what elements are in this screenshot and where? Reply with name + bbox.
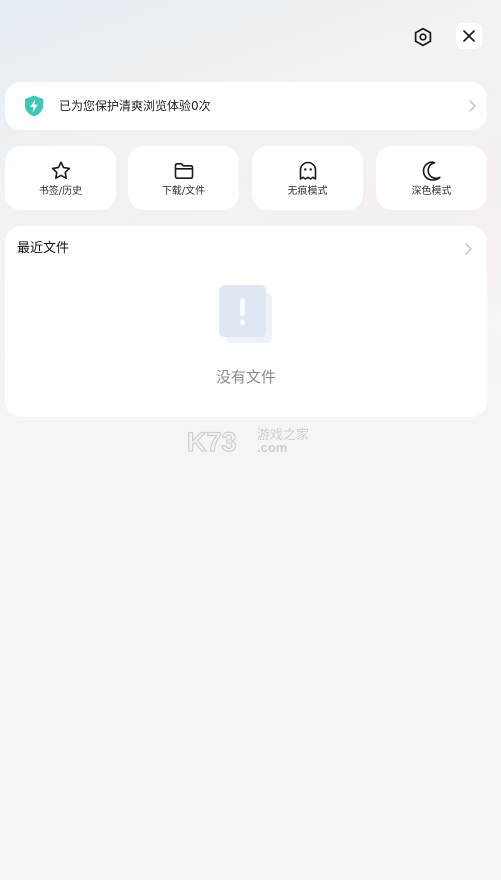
protection-text: 已为您保护清爽浏览体验0次 — [59, 99, 211, 113]
settings-button[interactable] — [407, 21, 439, 53]
empty-document-icon — [219, 285, 272, 343]
recent-files-title: 最近文件 — [17, 241, 70, 256]
close-icon — [463, 30, 475, 42]
incognito-mode-button[interactable]: 无痕模式 — [252, 146, 363, 210]
moon-icon — [422, 161, 441, 181]
svg-text:.com: .com — [257, 440, 287, 455]
star-icon — [51, 161, 71, 179]
quick-action-label: 深色模式 — [411, 186, 452, 197]
recent-files-card: 最近文件 没有文件 — [5, 226, 487, 417]
chevron-right-icon[interactable] — [463, 242, 473, 256]
folder-icon — [174, 163, 194, 179]
downloads-files-button[interactable]: 下载/文件 — [128, 146, 239, 210]
ghost-icon — [299, 161, 317, 180]
chevron-right-icon — [469, 100, 476, 112]
quick-action-label: 书签/历史 — [38, 186, 83, 197]
quick-action-label: 无痕模式 — [287, 186, 328, 197]
svg-text:K73: K73 — [187, 427, 237, 455]
protection-banner[interactable]: 已为您保护清爽浏览体验0次 — [5, 82, 487, 130]
settings-hexagon-icon — [414, 27, 432, 47]
site-watermark-logo: K73 游戏之家 .com — [187, 426, 309, 455]
bookmarks-history-button[interactable]: 书签/历史 — [5, 146, 116, 210]
dark-mode-button[interactable]: 深色模式 — [376, 146, 487, 210]
close-button[interactable] — [456, 23, 482, 49]
quick-action-label: 下载/文件 — [161, 186, 206, 197]
shield-lightning-icon — [25, 95, 43, 117]
empty-state-text: 没有文件 — [215, 368, 276, 386]
